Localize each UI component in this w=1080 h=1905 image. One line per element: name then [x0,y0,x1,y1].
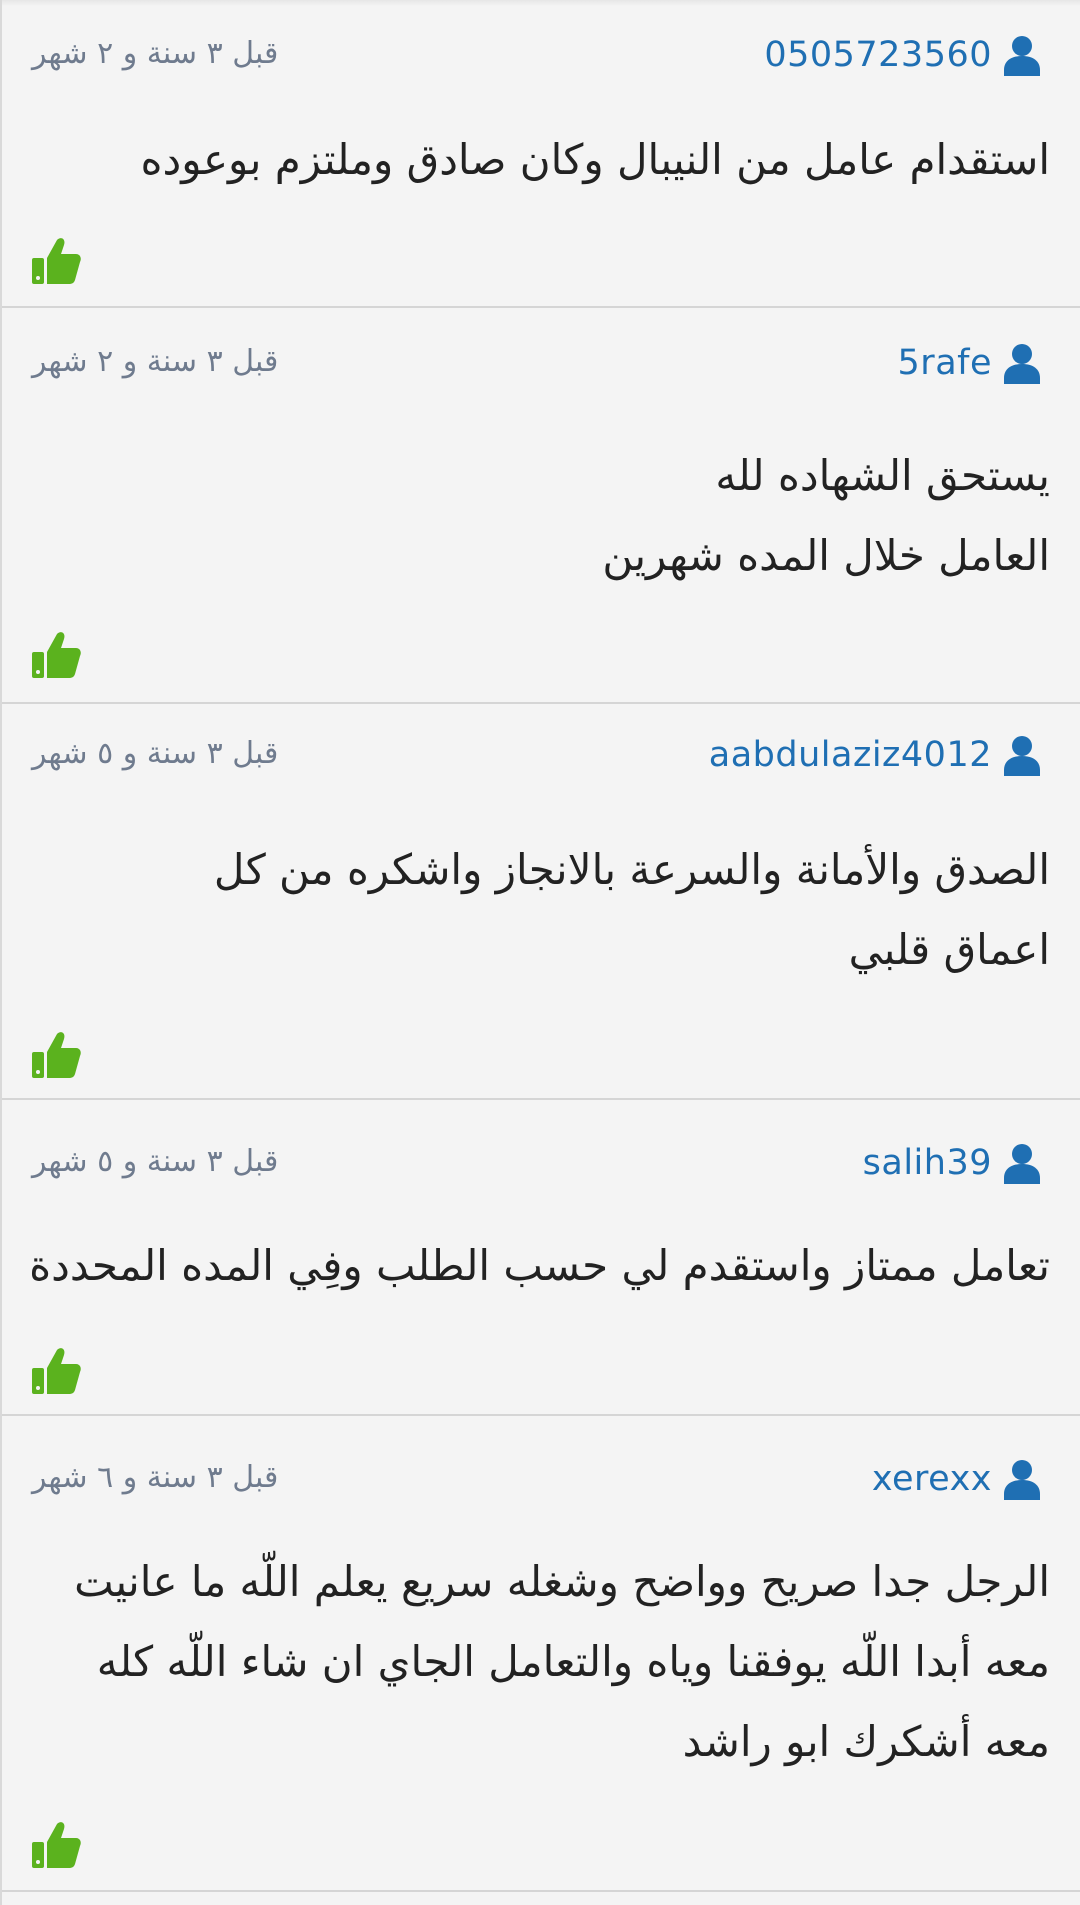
comment-text: تعامل ممتاز واستقدم لي حسب الطلب وفِي ال… [29,1241,1050,1290]
comment-timestamp: قبل ٣ سنة و ٢ شهر [32,344,279,379]
comment-author[interactable]: salih39 [863,1142,1042,1184]
thumbs-up-icon [32,238,81,284]
user-icon [1004,1460,1040,1500]
user-icon [1004,36,1040,76]
comment-author[interactable]: 5rafe [898,342,1042,384]
comment-timestamp: قبل ٣ سنة و ٥ شهر [32,1144,279,1179]
comment-item: aabdulaziz4012 قبل ٣ سنة و ٥ شهر الصدق و… [2,704,1080,1100]
comment-text: استقدام عامل من النيبال وكان صادق وملتزم… [140,135,1050,184]
like-button[interactable] [30,1820,82,1870]
comment-text: الرجل جدا صريح وواضح وشغله سريع يعلم الل… [74,1557,1050,1766]
author-name[interactable]: xerexx [872,1459,992,1499]
comment-item: 0505723560 قبل ٣ سنة و ٢ شهر استقدام عام… [2,0,1080,308]
thumbs-up-icon [32,1032,81,1078]
comment-text: يستحق الشهاده لله العامل خلال المده شهري… [602,451,1050,580]
thumbs-up-icon [32,1822,81,1868]
like-button[interactable] [30,236,82,286]
like-button[interactable] [30,630,82,680]
comment-author[interactable]: aabdulaziz4012 [709,734,1042,776]
user-icon [1004,1144,1040,1184]
comments-list: 0505723560 قبل ٣ سنة و ٢ شهر استقدام عام… [0,0,1080,1905]
comment-timestamp: قبل ٣ سنة و ٢ شهر [32,36,279,71]
comment-text: الصدق والأمانة والسرعة بالانجاز واشكره م… [213,845,1050,974]
thumbs-up-icon [32,1348,81,1394]
comment-item: xerexx قبل ٣ سنة و ٦ شهر الرجل جدا صريح … [2,1416,1080,1892]
like-button[interactable] [30,1346,82,1396]
user-icon [1004,344,1040,384]
author-name[interactable]: salih39 [863,1143,992,1183]
user-icon [1004,736,1040,776]
comment-author[interactable]: xerexx [872,1458,1042,1500]
author-name[interactable]: 5rafe [898,343,992,383]
comment-author[interactable]: 0505723560 [764,34,1042,76]
comment-timestamp: قبل ٣ سنة و ٥ شهر [32,736,279,771]
author-name[interactable]: aabdulaziz4012 [709,735,992,775]
thumbs-up-icon [32,632,81,678]
comment-timestamp: قبل ٣ سنة و ٦ شهر [32,1460,279,1495]
comment-item: salih39 قبل ٣ سنة و ٥ شهر تعامل ممتاز وا… [2,1100,1080,1416]
like-button[interactable] [30,1030,82,1080]
author-name[interactable]: 0505723560 [764,35,992,75]
comment-item: 5rafe قبل ٣ سنة و ٢ شهر يستحق الشهاده لل… [2,308,1080,704]
